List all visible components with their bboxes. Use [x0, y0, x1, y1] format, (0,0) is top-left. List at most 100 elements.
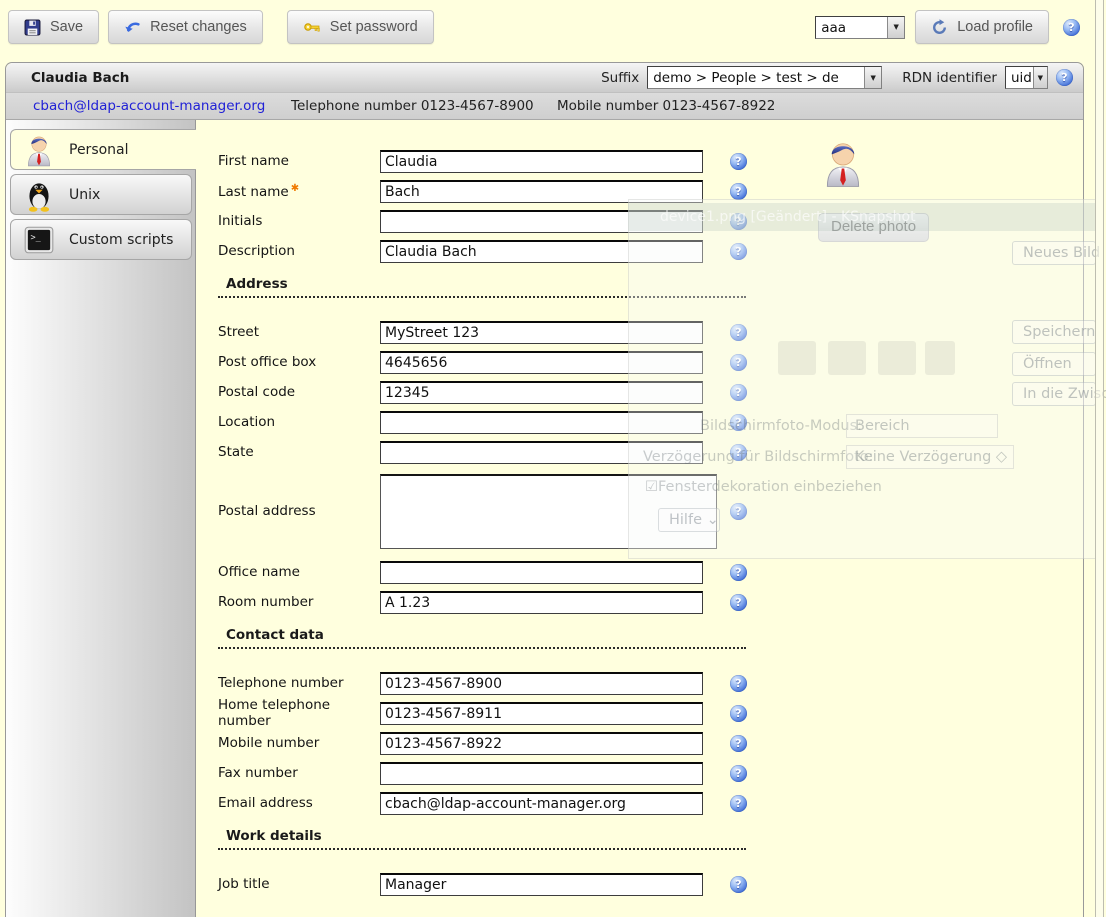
field-label: Initials [218, 213, 380, 229]
mobile-summary: Mobile number 0123-4567-8922 [557, 98, 775, 114]
postal-code-input[interactable] [380, 381, 703, 404]
tab-unix[interactable]: Unix [10, 174, 192, 215]
dropdown-arrow-icon[interactable]: ▼ [887, 17, 904, 38]
help-icon[interactable] [730, 444, 747, 461]
set-password-button[interactable]: Set password [287, 10, 434, 44]
home-telephone-input[interactable] [380, 702, 703, 725]
tab-custom-scripts-label: Custom scripts [69, 232, 173, 248]
form-row: Fax number [218, 758, 1083, 788]
initials-input[interactable] [380, 210, 703, 233]
help-icon[interactable] [730, 213, 747, 230]
rdn-select[interactable]: uid ▼ [1005, 66, 1048, 89]
rdn-label: RDN identifier [902, 70, 997, 86]
profile-select[interactable]: aaa ▼ [815, 16, 905, 39]
form-row: Last name✱ [218, 176, 1083, 206]
help-icon[interactable] [730, 876, 747, 893]
suffix-label: Suffix [601, 70, 639, 86]
lam-user-edit-page: { "toolbar": { "save": "Save", "reset": … [0, 0, 1106, 917]
field-label: Description [218, 243, 380, 259]
tux-penguin-icon [22, 178, 56, 212]
field-label: Fax number [218, 765, 380, 781]
office-name-input[interactable] [380, 561, 703, 584]
first-name-input[interactable] [380, 150, 703, 173]
form-row: First name [218, 146, 1083, 176]
help-icon[interactable] [730, 503, 747, 520]
form-row: Post office box [218, 347, 1083, 377]
rdn-select-value: uid [1006, 67, 1033, 88]
load-profile-button[interactable]: Load profile [915, 10, 1049, 44]
suffix-select[interactable]: demo > People > test > de ▼ [647, 66, 882, 89]
help-icon[interactable] [730, 243, 747, 260]
save-button[interactable]: Save [8, 10, 99, 44]
description-input[interactable] [380, 240, 703, 263]
field-label: Telephone number [218, 675, 380, 691]
street-input[interactable] [380, 321, 703, 344]
help-icon[interactable] [730, 765, 747, 782]
account-summary-bar: cbach@ldap-account-manager.org Telephone… [6, 93, 1083, 120]
state-input[interactable] [380, 441, 703, 464]
dropdown-arrow-icon[interactable]: ▼ [864, 67, 881, 88]
fax-number-input[interactable] [380, 762, 703, 785]
post-office-box-input[interactable] [380, 351, 703, 374]
field-label: Home telephone number [218, 697, 380, 729]
required-marker: ✱ [291, 183, 299, 194]
telephone-summary: Telephone number 0123-4567-8900 [291, 98, 534, 114]
form-row: Room number [218, 587, 1083, 617]
field-label: Mobile number [218, 735, 380, 751]
field-label: Post office box [218, 354, 380, 370]
mobile-number-input[interactable] [380, 732, 703, 755]
postal-address-textarea[interactable] [380, 474, 717, 549]
reset-changes-button[interactable]: Reset changes [108, 10, 263, 44]
field-label: First name [218, 153, 380, 169]
tab-custom-scripts[interactable]: Custom scripts [10, 219, 192, 260]
help-icon[interactable] [730, 354, 747, 371]
toolbar-help-icon[interactable] [1063, 19, 1080, 36]
user-photo[interactable] [818, 134, 868, 192]
load-profile-label: Load profile [957, 19, 1033, 35]
telephone-number-input[interactable] [380, 672, 703, 695]
help-icon[interactable] [730, 414, 747, 431]
form-row: Job title [218, 869, 1083, 899]
email-address-input[interactable] [380, 792, 703, 815]
form-row: Office name [218, 557, 1083, 587]
delete-photo-button[interactable]: Delete photo [818, 213, 929, 242]
terminal-icon [22, 223, 56, 257]
help-icon[interactable] [730, 153, 747, 170]
header-help-icon[interactable] [1056, 69, 1073, 86]
form-row: Telephone number [218, 668, 1083, 698]
location-input[interactable] [380, 411, 703, 434]
top-toolbar: Save Reset changes Set password aaa ▼ Lo… [0, 0, 1106, 54]
help-icon[interactable] [730, 324, 747, 341]
help-icon[interactable] [730, 675, 747, 692]
help-icon[interactable] [730, 795, 747, 812]
email-link[interactable]: cbach@ldap-account-manager.org [33, 98, 265, 114]
field-label: Postal code [218, 384, 380, 400]
undo-icon [124, 19, 141, 36]
section-heading-address: Address [218, 276, 746, 298]
room-number-input[interactable] [380, 591, 703, 614]
reload-icon [931, 19, 948, 36]
dropdown-arrow-icon[interactable]: ▼ [1033, 67, 1047, 88]
module-sidebar: Personal Unix Custom scripts [6, 120, 196, 917]
help-icon[interactable] [730, 594, 747, 611]
help-icon[interactable] [730, 384, 747, 401]
account-header: Claudia Bach Suffix demo > People > test… [6, 63, 1083, 93]
help-icon[interactable] [730, 564, 747, 581]
help-icon[interactable] [730, 183, 747, 200]
field-label: Postal address [218, 503, 380, 519]
scrollbar-strip[interactable] [1095, 0, 1104, 917]
help-icon[interactable] [730, 735, 747, 752]
last-name-input[interactable] [380, 180, 703, 203]
form-row: Postal address [218, 469, 1083, 553]
form-row: Description [218, 236, 1083, 266]
help-icon[interactable] [730, 705, 747, 722]
field-label: Email address [218, 795, 380, 811]
save-icon [24, 19, 41, 36]
form-row: Home telephone number [218, 698, 1083, 728]
tab-unix-label: Unix [69, 187, 100, 203]
job-title-input[interactable] [380, 873, 703, 896]
tab-personal[interactable]: Personal [10, 129, 196, 170]
form-row: Postal code [218, 377, 1083, 407]
field-label: Street [218, 324, 380, 340]
profile-select-value: aaa [816, 17, 887, 38]
